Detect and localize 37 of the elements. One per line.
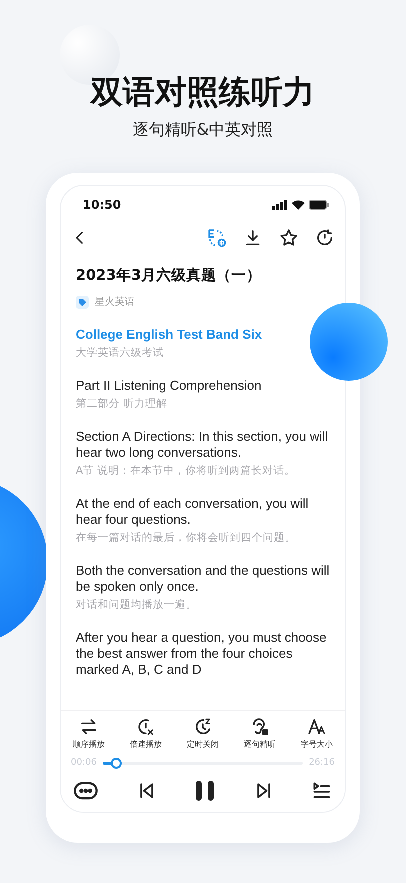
chinese-translation: 第二部分 听力理解 xyxy=(76,398,168,411)
repeat-arrows-icon xyxy=(79,717,99,737)
translate-icon xyxy=(207,228,227,248)
translate-button[interactable] xyxy=(207,228,227,248)
favorite-button[interactable] xyxy=(279,228,299,248)
chinese-translation: 大学英语六级考试 xyxy=(76,347,165,360)
font-size-icon xyxy=(307,717,327,737)
toolbar-button[interactable]: 定时关闭 xyxy=(183,715,223,752)
pause-icon xyxy=(194,779,216,803)
slider-thumb[interactable] xyxy=(111,758,122,768)
english-sentence[interactable]: At the end of each conversation, you will hear four questions. xyxy=(76,496,330,528)
tag-icon xyxy=(76,296,89,308)
signal-icon xyxy=(272,200,288,210)
battery-icon xyxy=(309,200,329,210)
chinese-translation: 在每一篇对话的最后，你将会听到四个问题。 xyxy=(76,532,297,545)
play-pause-button[interactable] xyxy=(194,779,216,803)
moon-clock-icon xyxy=(193,717,213,737)
toolbar-button[interactable]: 字号大小 xyxy=(297,715,337,752)
chinese-translation: 对话和问题均播放一遍。 xyxy=(76,599,198,612)
star-icon xyxy=(279,228,299,248)
english-sentence[interactable]: Section A Directions: In this section, you will hear two long conversations. xyxy=(76,429,330,461)
speed-clock-icon xyxy=(136,717,156,737)
subheadline: 逐句精听&中英对照 xyxy=(132,120,274,141)
share-button[interactable] xyxy=(315,228,335,248)
chinese-translation: A节 说明：在本节中，你将听到两篇长对话。 xyxy=(76,465,297,478)
article-title: 2023年3月六级真题（一） xyxy=(76,266,262,285)
toolbar-button[interactable]: 顺序播放 xyxy=(69,715,109,752)
toolbar-button[interactable]: 逐句精听 xyxy=(240,715,280,752)
source-tag: 星火英语 xyxy=(95,295,135,309)
circular-arrow-icon xyxy=(315,228,335,248)
english-sentence[interactable]: Part II Listening Comprehension xyxy=(76,378,262,394)
english-sentence[interactable]: After you hear a question, you must choose the best answer from the four choices marked A, B, C and D xyxy=(76,630,330,678)
status-time: 10:50 xyxy=(83,198,122,212)
wifi-icon xyxy=(292,200,305,210)
headline: 双语对照练听力 xyxy=(89,72,316,112)
english-sentence[interactable]: Both the conversation and the questions will be spoken only once. xyxy=(76,563,330,595)
toolbar-button[interactable]: 倍速播放 xyxy=(126,715,166,752)
